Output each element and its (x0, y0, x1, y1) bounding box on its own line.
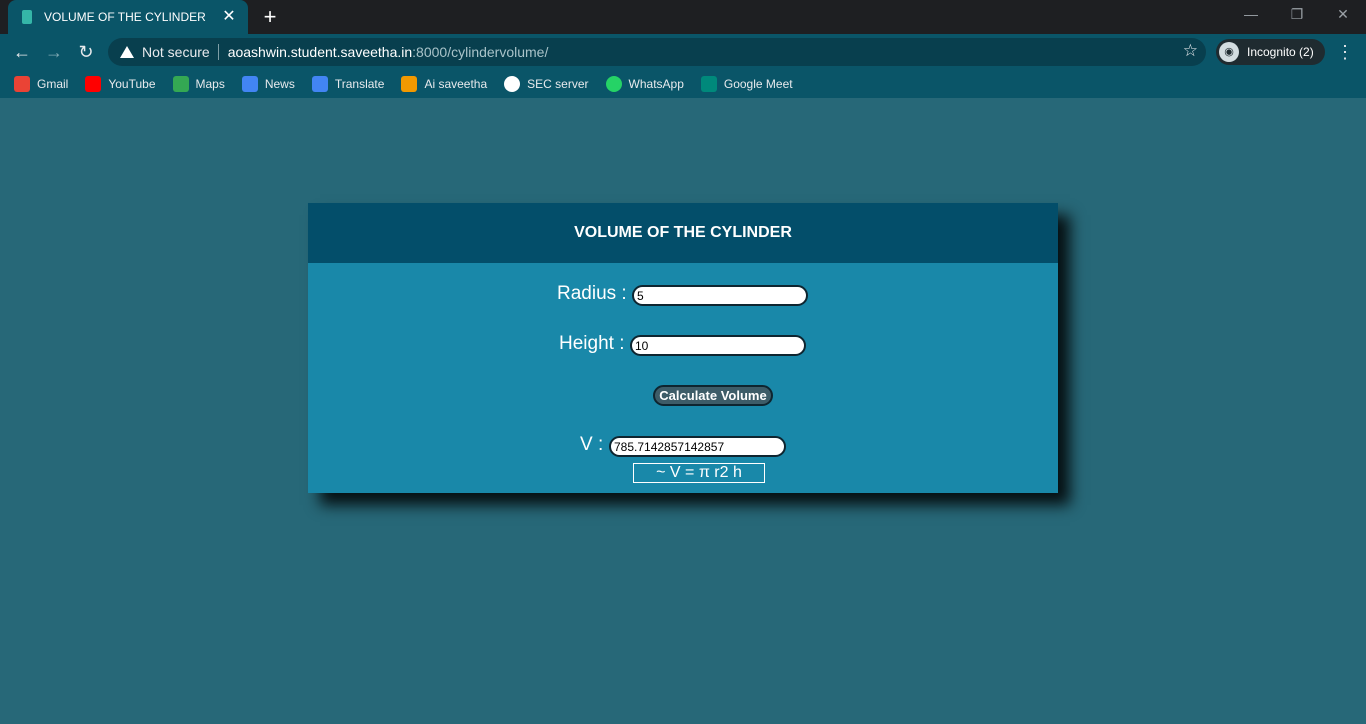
browser-toolbar: ← → ↻ Not secure aoashwin.student.saveet… (0, 34, 1366, 70)
bookmark-ai-saveetha[interactable]: Ai saveetha (401, 76, 487, 92)
bookmark-label: WhatsApp (628, 77, 684, 91)
card-header: VOLUME OF THE CYLINDER (308, 203, 1058, 263)
bookmark-news[interactable]: News (241, 76, 295, 92)
minimize-button[interactable]: — (1228, 6, 1274, 26)
bookmark-gmail[interactable]: Gmail (14, 76, 68, 92)
volume-output[interactable] (609, 436, 786, 457)
new-tab-button[interactable]: + (258, 5, 282, 29)
google-meet-icon (700, 76, 717, 92)
bookmark-label: SEC server (527, 77, 589, 91)
bookmark-label: Google Meet (723, 77, 793, 91)
warning-icon (120, 46, 134, 58)
bookmark-whatsapp[interactable]: WhatsApp (605, 76, 684, 92)
formula-text: ~ V = π r2 h (633, 463, 765, 483)
ai-saveetha-icon (401, 76, 418, 92)
page-icon (22, 10, 32, 24)
url-host: aoashwin.student.saveetha.in (227, 44, 413, 60)
translate-icon (311, 76, 328, 92)
bookmark-youtube[interactable]: YouTube (85, 76, 156, 92)
bookmark-label: Maps (195, 77, 225, 91)
bookmarks-bar: Gmail YouTube Maps News Translate Ai sav… (0, 70, 1366, 98)
bookmark-label: News (264, 77, 295, 91)
url-path: :8000/cylindervolume/ (412, 44, 549, 60)
browser-titlebar: VOLUME OF THE CYLINDER ✕ + — ❐ ✕ (0, 0, 1366, 34)
maps-icon (172, 76, 189, 92)
bookmark-translate[interactable]: Translate (311, 76, 385, 92)
gmail-icon (14, 76, 30, 92)
forward-arrow-icon[interactable]: → (42, 40, 66, 64)
security-status[interactable]: Not secure (142, 44, 210, 60)
calculate-volume-button[interactable]: Calculate Volume (653, 385, 773, 406)
address-bar[interactable]: Not secure aoashwin.student.saveetha.in … (108, 38, 1206, 66)
page-title: VOLUME OF THE CYLINDER (574, 224, 792, 241)
incognito-icon: ◉ (1219, 42, 1239, 62)
youtube-icon (85, 76, 102, 92)
tab-title: VOLUME OF THE CYLINDER (44, 10, 206, 24)
star-icon[interactable]: ☆ (1183, 41, 1198, 61)
incognito-button[interactable]: ◉ Incognito (2) (1216, 39, 1325, 65)
bookmark-google-meet[interactable]: Google Meet (700, 76, 793, 92)
height-label: Height : (559, 333, 625, 354)
back-arrow-icon[interactable]: ← (10, 40, 34, 64)
browser-tab[interactable]: VOLUME OF THE CYLINDER ✕ (8, 0, 248, 34)
bookmark-label: Translate (334, 77, 385, 91)
incognito-label: Incognito (2) (1247, 45, 1314, 59)
bookmark-maps[interactable]: Maps (172, 76, 225, 92)
volume-label: V : (580, 434, 604, 455)
radius-input[interactable] (632, 285, 808, 306)
bookmark-label: YouTube (108, 77, 156, 91)
bookmark-label: Gmail (37, 77, 69, 91)
whatsapp-icon (605, 76, 622, 92)
menu-icon[interactable]: ⋮ (1336, 40, 1354, 64)
bookmark-sec-server[interactable]: SEC server (504, 76, 589, 92)
globe-icon (504, 76, 521, 92)
calculator-card: VOLUME OF THE CYLINDER Radius : Height :… (308, 203, 1058, 493)
address-divider (217, 44, 219, 60)
height-input[interactable] (630, 335, 806, 356)
close-window-button[interactable]: ✕ (1320, 6, 1366, 26)
close-icon[interactable]: ✕ (220, 8, 238, 26)
reload-icon[interactable]: ↻ (74, 40, 98, 64)
radius-label: Radius : (557, 283, 627, 304)
news-icon (241, 76, 258, 92)
bookmark-label: Ai saveetha (424, 77, 488, 91)
restore-button[interactable]: ❐ (1274, 6, 1320, 26)
